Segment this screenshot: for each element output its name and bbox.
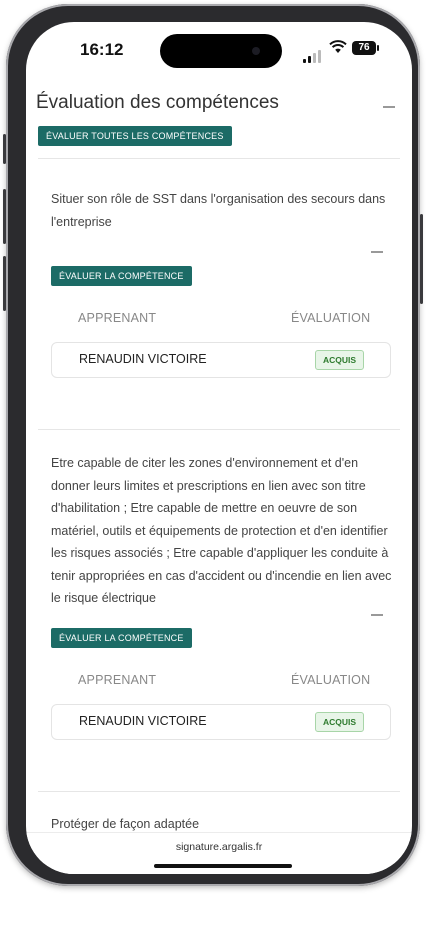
cellular-signal-icon: [303, 45, 323, 63]
learner-name: RENAUDIN VICTOIRE: [79, 352, 207, 366]
status-badge[interactable]: ACQUIS: [314, 712, 364, 732]
status-time: 16:12: [80, 40, 124, 59]
divider: [38, 791, 400, 792]
status-bar: 16:12 76: [26, 22, 412, 78]
learner-row[interactable]: RENAUDIN VICTOIRE ACQUIS: [51, 342, 391, 378]
volume-down-button: [3, 256, 6, 311]
learner-row[interactable]: RENAUDIN VICTOIRE ACQUIS: [51, 704, 391, 740]
collapse-competence-1-icon[interactable]: [371, 251, 383, 253]
evaluate-competence-2-button[interactable]: ÉVALUER LA COMPÉTENCE: [51, 628, 192, 648]
collapse-section-icon[interactable]: [383, 106, 395, 108]
action-button: [3, 134, 6, 164]
power-button: [420, 214, 423, 304]
learner-name: RENAUDIN VICTOIRE: [79, 714, 207, 728]
collapse-competence-2-icon[interactable]: [371, 614, 383, 616]
camera-icon: [252, 47, 260, 55]
evaluate-all-button[interactable]: ÉVALUER TOUTES LES COMPÉTENCES: [38, 126, 232, 146]
dynamic-island: [160, 34, 282, 68]
volume-up-button: [3, 189, 6, 244]
column-header-learner: APPRENANT: [78, 311, 157, 325]
column-header-learner: APPRENANT: [78, 673, 157, 687]
evaluate-competence-1-button[interactable]: ÉVALUER LA COMPÉTENCE: [51, 266, 192, 286]
competence-2-text: Etre capable de citer les zones d'enviro…: [51, 456, 392, 605]
section-title: Évaluation des compétences: [36, 92, 279, 113]
url-label[interactable]: signature.argalis.fr: [26, 841, 412, 853]
status-badge[interactable]: ACQUIS: [314, 350, 364, 370]
column-header-evaluation: ÉVALUATION: [291, 673, 371, 687]
divider: [38, 429, 400, 430]
column-header-evaluation: ÉVALUATION: [291, 311, 371, 325]
wifi-icon: [329, 40, 347, 59]
screen: 16:12 76 Évaluation des compétences ÉVAL…: [26, 22, 412, 874]
battery-icon: 76: [352, 41, 379, 55]
home-indicator[interactable]: [154, 864, 292, 868]
competence-1-text: Situer son rôle de SST dans l'organisati…: [51, 192, 386, 229]
divider: [38, 158, 400, 159]
browser-footer: signature.argalis.fr: [26, 832, 412, 874]
phone-frame: 16:12 76 Évaluation des compétences ÉVAL…: [3, 4, 423, 886]
page-content: Évaluation des compétences ÉVALUER TOUTE…: [26, 78, 412, 838]
